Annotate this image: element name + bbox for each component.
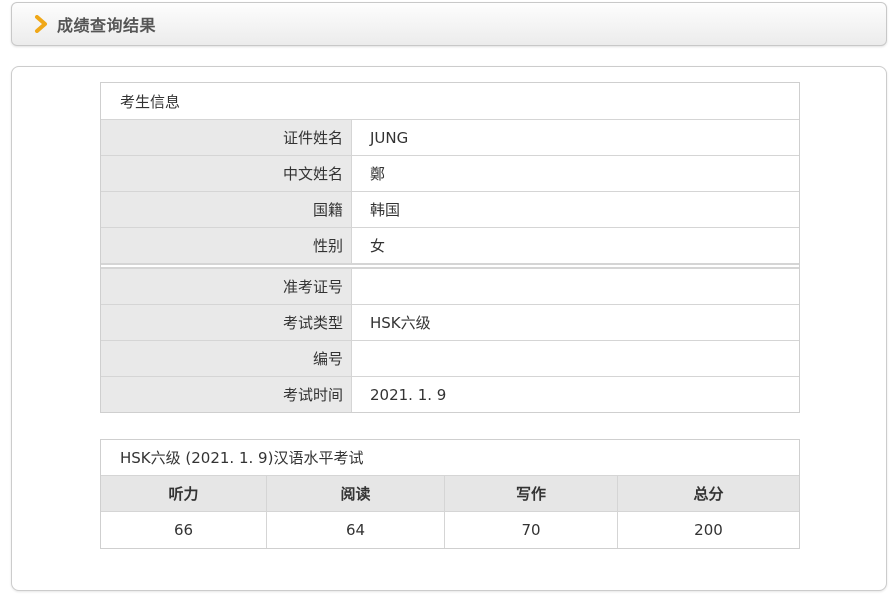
score-writing: 70 xyxy=(445,512,618,548)
chevron-right-icon xyxy=(35,15,47,33)
score-reading: 64 xyxy=(267,512,445,548)
score-total: 200 xyxy=(694,521,723,539)
info-row-serial-number: 编号 xyxy=(101,340,799,376)
info-label: 准考证号 xyxy=(101,269,352,304)
score-listening: 66 xyxy=(101,512,267,548)
info-row-exam-type: 考试类型 HSK六级 xyxy=(101,304,799,340)
info-value xyxy=(352,341,799,376)
info-label: 编号 xyxy=(101,341,352,376)
info-value: HSK六级 xyxy=(370,314,431,332)
info-value xyxy=(352,269,799,304)
info-row-chinese-name: 中文姓名 鄭 xyxy=(101,155,799,191)
score-table-title: HSK六级 (2021. 1. 9)汉语水平考试 xyxy=(101,440,799,476)
info-value: 女 xyxy=(370,237,386,255)
info-label: 国籍 xyxy=(101,192,352,227)
candidate-info-table: 考生信息 证件姓名 JUNG 中文姓名 鄭 国籍 韩国 性别 女 准考证号 考试… xyxy=(100,82,800,413)
info-label: 证件姓名 xyxy=(101,120,352,155)
page-header: 成绩查询结果 xyxy=(11,2,887,46)
info-label: 中文姓名 xyxy=(101,156,352,191)
info-row-admission-number: 准考证号 xyxy=(101,263,799,304)
info-value: 2021. 1. 9 xyxy=(370,385,447,404)
info-label: 考试类型 xyxy=(101,305,352,340)
info-label: 性别 xyxy=(101,228,352,263)
score-header-writing: 写作 xyxy=(445,476,618,511)
info-label: 考试时间 xyxy=(101,377,352,412)
score-header-reading: 阅读 xyxy=(267,476,445,511)
info-value: JUNG xyxy=(370,128,409,147)
score-header-listening: 听力 xyxy=(101,476,267,511)
candidate-info-heading: 考生信息 xyxy=(120,92,181,111)
score-table: HSK六级 (2021. 1. 9)汉语水平考试 听力 阅读 写作 总分 66 … xyxy=(100,439,800,549)
info-row-nationality: 国籍 韩国 xyxy=(101,191,799,227)
info-value: 韩国 xyxy=(370,201,401,219)
page-title: 成绩查询结果 xyxy=(57,16,157,35)
score-header-total: 总分 xyxy=(693,485,724,503)
info-row-gender: 性别 女 xyxy=(101,227,799,263)
result-panel: 考生信息 证件姓名 JUNG 中文姓名 鄭 国籍 韩国 性别 女 准考证号 考试… xyxy=(11,66,887,591)
score-value-row: 66 64 70 200 xyxy=(101,512,799,548)
info-value: 鄭 xyxy=(370,165,386,183)
score-header-row: 听力 阅读 写作 总分 xyxy=(101,476,799,512)
info-row-id-name: 证件姓名 JUNG xyxy=(101,119,799,155)
info-row-exam-date: 考试时间 2021. 1. 9 xyxy=(101,376,799,412)
